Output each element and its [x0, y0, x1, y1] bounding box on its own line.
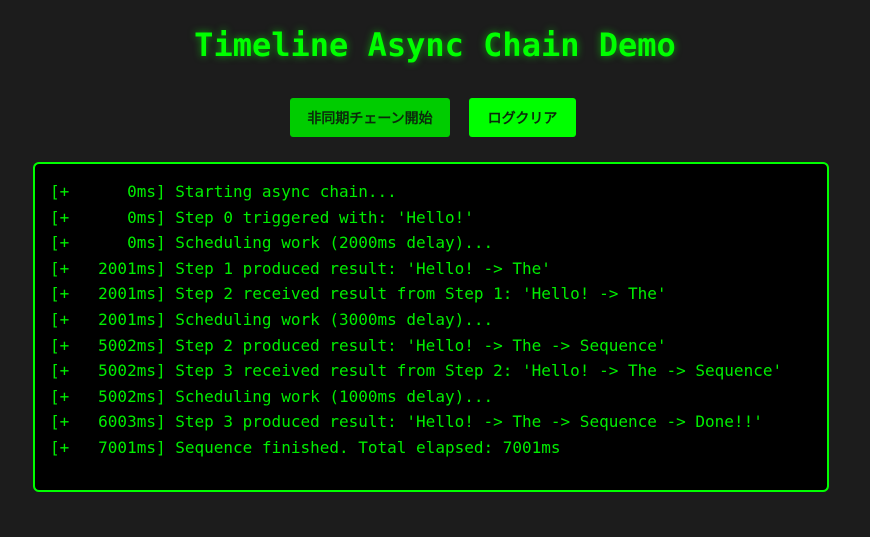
log-line: [+ 2001ms] Step 1 produced result: 'Hell…: [50, 258, 551, 278]
log-line: [+ 5002ms] Scheduling work (1000ms delay…: [50, 386, 494, 406]
log-panel[interactable]: [+ 0ms] Starting async chain... [+ 0ms] …: [33, 162, 829, 492]
start-async-chain-button[interactable]: 非同期チェーン開始: [290, 98, 450, 137]
log-line: [+ 0ms] Step 0 triggered with: 'Hello!': [50, 207, 474, 227]
log-line: [+ 6003ms] Step 3 produced result: 'Hell…: [50, 412, 763, 432]
log-line: [+ 0ms] Starting async chain...: [50, 182, 397, 201]
page-title: Timeline Async Chain Demo: [194, 26, 676, 64]
log-line: [+ 7001ms] Sequence finished. Total elap…: [50, 437, 561, 457]
log-line: [+ 5002ms] Step 2 produced result: 'Hell…: [50, 335, 667, 355]
log-line: [+ 5002ms] Step 3 received result from S…: [50, 361, 783, 381]
clear-log-button[interactable]: ログクリア: [469, 98, 576, 137]
log-line: [+ 2001ms] Step 2 received result from S…: [50, 284, 667, 304]
log-line: [+ 0ms] Scheduling work (2000ms delay)..…: [50, 233, 494, 253]
log-line: [+ 2001ms] Scheduling work (3000ms delay…: [50, 309, 494, 329]
